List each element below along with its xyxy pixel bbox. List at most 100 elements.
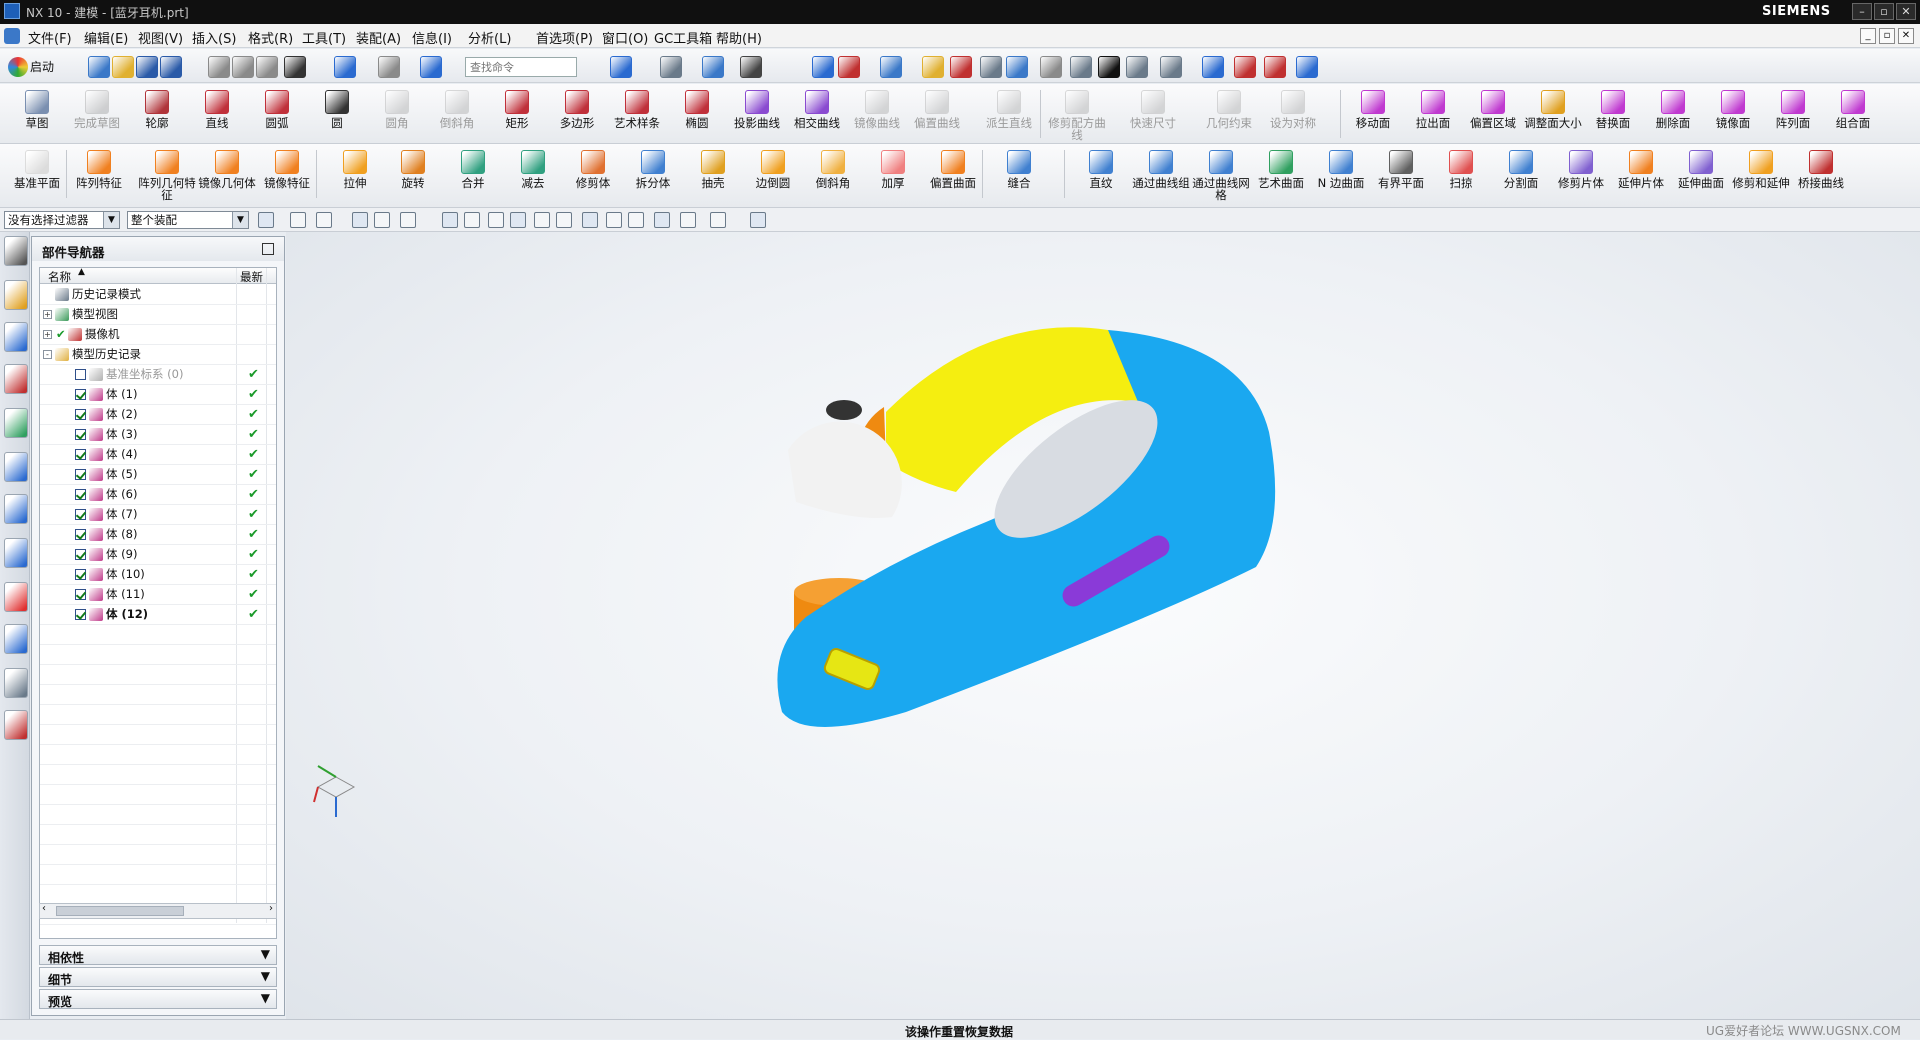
- ribbon2-button-27[interactable]: 延伸曲面: [1672, 148, 1730, 202]
- assembly-navigator-icon[interactable]: [4, 322, 28, 352]
- text-icon[interactable]: [1098, 56, 1120, 78]
- snap-point-icon-13[interactable]: [606, 212, 622, 228]
- ribbon1-button-5[interactable]: 圆: [308, 88, 366, 142]
- tree-row[interactable]: 历史记录模式: [40, 285, 276, 305]
- ribbon1-button-2[interactable]: 轮廓: [128, 88, 186, 142]
- ribbon1-button-21[interactable]: 移动面: [1344, 88, 1402, 142]
- ribbon1-button-23[interactable]: 偏置区域: [1464, 88, 1522, 142]
- ribbon2-button-21[interactable]: N 边曲面: [1312, 148, 1370, 202]
- maximize-button[interactable]: ▫: [1874, 3, 1894, 20]
- tree-row[interactable]: 体 (1) ✔: [40, 385, 276, 405]
- visibility-checkbox[interactable]: [75, 589, 86, 600]
- snap-point-icon-7[interactable]: [464, 212, 480, 228]
- delete-icon[interactable]: [284, 56, 306, 78]
- hd3d-icon[interactable]: [4, 538, 28, 568]
- circle-tool-icon[interactable]: [1264, 56, 1286, 78]
- model-view[interactable]: [286, 232, 1920, 1022]
- ribbon1-button-29[interactable]: 组合面: [1824, 88, 1882, 142]
- expand-toggle-icon[interactable]: -: [43, 350, 52, 359]
- new-icon[interactable]: [88, 56, 110, 78]
- ribbon1-button-19[interactable]: 几何约束: [1200, 88, 1258, 142]
- visibility-checkbox[interactable]: [75, 489, 86, 500]
- chevron-down-icon[interactable]: ▼: [261, 969, 270, 983]
- snap-icon[interactable]: [812, 56, 834, 78]
- snap-point-icon-15[interactable]: [654, 212, 670, 228]
- visibility-checkbox[interactable]: [75, 549, 86, 560]
- navigator-panel-2[interactable]: 预览 ▼: [39, 989, 277, 1009]
- chevron-down-icon[interactable]: ▼: [261, 947, 270, 961]
- menu-item-2[interactable]: 视图(V): [138, 28, 183, 47]
- process-studio-icon[interactable]: [4, 624, 28, 654]
- ribbon1-button-0[interactable]: 草图: [8, 88, 66, 142]
- menu-item-4[interactable]: 格式(R): [248, 28, 293, 47]
- ribbon1-button-26[interactable]: 删除面: [1644, 88, 1702, 142]
- tree-row[interactable]: + ✔ 摄像机: [40, 325, 276, 345]
- background-icon[interactable]: [740, 56, 762, 78]
- doc-close-button[interactable]: ✕: [1898, 28, 1914, 44]
- ribbon2-button-9[interactable]: 修剪体: [564, 148, 622, 202]
- ribbon2-button-24[interactable]: 分割面: [1492, 148, 1550, 202]
- checkmark-icon[interactable]: ✔: [56, 325, 66, 344]
- visibility-checkbox[interactable]: [75, 569, 86, 580]
- snap-point-icon-6[interactable]: [442, 212, 458, 228]
- ribbon1-button-3[interactable]: 直线: [188, 88, 246, 142]
- selection-filter-select[interactable]: 没有选择过滤器 ▼: [4, 211, 120, 229]
- ribbon1-button-22[interactable]: 拉出面: [1404, 88, 1462, 142]
- ribbon1-button-10[interactable]: 艺术样条: [608, 88, 666, 142]
- ribbon2-button-3[interactable]: 镜像几何体: [198, 148, 256, 202]
- ribbon2-button-19[interactable]: 通过曲线网格: [1192, 148, 1250, 202]
- tree-row[interactable]: 体 (6) ✔: [40, 485, 276, 505]
- chevron-down-icon[interactable]: ▼: [261, 991, 270, 1005]
- manufacturing-wizard-icon[interactable]: [4, 668, 28, 698]
- measure-icon[interactable]: [922, 56, 944, 78]
- section-icon[interactable]: [1070, 56, 1092, 78]
- snap-point-icon-4[interactable]: [374, 212, 390, 228]
- ribbon2-button-12[interactable]: 边倒圆: [744, 148, 802, 202]
- menu-item-9[interactable]: 首选项(P): [536, 28, 593, 47]
- save-icon[interactable]: [136, 56, 158, 78]
- ribbon2-button-8[interactable]: 减去: [504, 148, 562, 202]
- menu-item-3[interactable]: 插入(S): [192, 28, 236, 47]
- menu-item-11[interactable]: GC工具箱: [654, 28, 712, 47]
- snap-point-icon-12[interactable]: [582, 212, 598, 228]
- dimension-icon[interactable]: [1296, 56, 1318, 78]
- snap-point-icon-16[interactable]: [680, 212, 696, 228]
- ribbon2-button-5[interactable]: 拉伸: [326, 148, 384, 202]
- ribbon1-button-12[interactable]: 投影曲线: [728, 88, 786, 142]
- visibility-checkbox[interactable]: [75, 449, 86, 460]
- doc-minimize-button[interactable]: _: [1860, 28, 1876, 44]
- reuse-library-icon[interactable]: [4, 408, 28, 438]
- snap-point-icon-17[interactable]: [710, 212, 726, 228]
- table-icon[interactable]: [1126, 56, 1148, 78]
- show-hide-icon[interactable]: [950, 56, 972, 78]
- tree-row[interactable]: 体 (10) ✔: [40, 565, 276, 585]
- ribbon1-button-7[interactable]: 倒斜角: [428, 88, 486, 142]
- ribbon1-button-1[interactable]: 完成草图: [68, 88, 126, 142]
- layer-icon[interactable]: [980, 56, 1002, 78]
- ribbon2-button-2[interactable]: 阵列几何特征: [138, 148, 196, 202]
- constraint-navigator-icon[interactable]: [4, 364, 28, 394]
- system-materials-icon[interactable]: [4, 582, 28, 612]
- menu-item-1[interactable]: 编辑(E): [84, 28, 128, 47]
- ribbon1-button-11[interactable]: 椭圆: [668, 88, 726, 142]
- ribbon1-button-8[interactable]: 矩形: [488, 88, 546, 142]
- ribbon2-button-23[interactable]: 扫掠: [1432, 148, 1490, 202]
- tree-row[interactable]: 体 (3) ✔: [40, 425, 276, 445]
- ribbon2-button-4[interactable]: 镜像特征: [258, 148, 316, 202]
- ribbon1-button-9[interactable]: 多边形: [548, 88, 606, 142]
- visibility-checkbox[interactable]: [75, 369, 86, 380]
- ribbon2-button-28[interactable]: 修剪和延伸: [1732, 148, 1790, 202]
- ribbon2-button-18[interactable]: 通过曲线组: [1132, 148, 1190, 202]
- ribbon2-button-29[interactable]: 桥接曲线: [1792, 148, 1850, 202]
- tree-row[interactable]: 体 (7) ✔: [40, 505, 276, 525]
- visibility-checkbox[interactable]: [75, 429, 86, 440]
- ribbon2-button-16[interactable]: 缝合: [990, 148, 1048, 202]
- menu-item-12[interactable]: 帮助(H): [716, 28, 762, 47]
- command-search-input[interactable]: [465, 57, 577, 77]
- start-button[interactable]: 启动: [6, 55, 70, 79]
- shade-icon[interactable]: [702, 56, 724, 78]
- snap-point-icon-3[interactable]: [352, 212, 368, 228]
- paste-icon[interactable]: [256, 56, 278, 78]
- app-menu-icon[interactable]: [4, 28, 20, 44]
- close-button[interactable]: ✕: [1896, 3, 1916, 20]
